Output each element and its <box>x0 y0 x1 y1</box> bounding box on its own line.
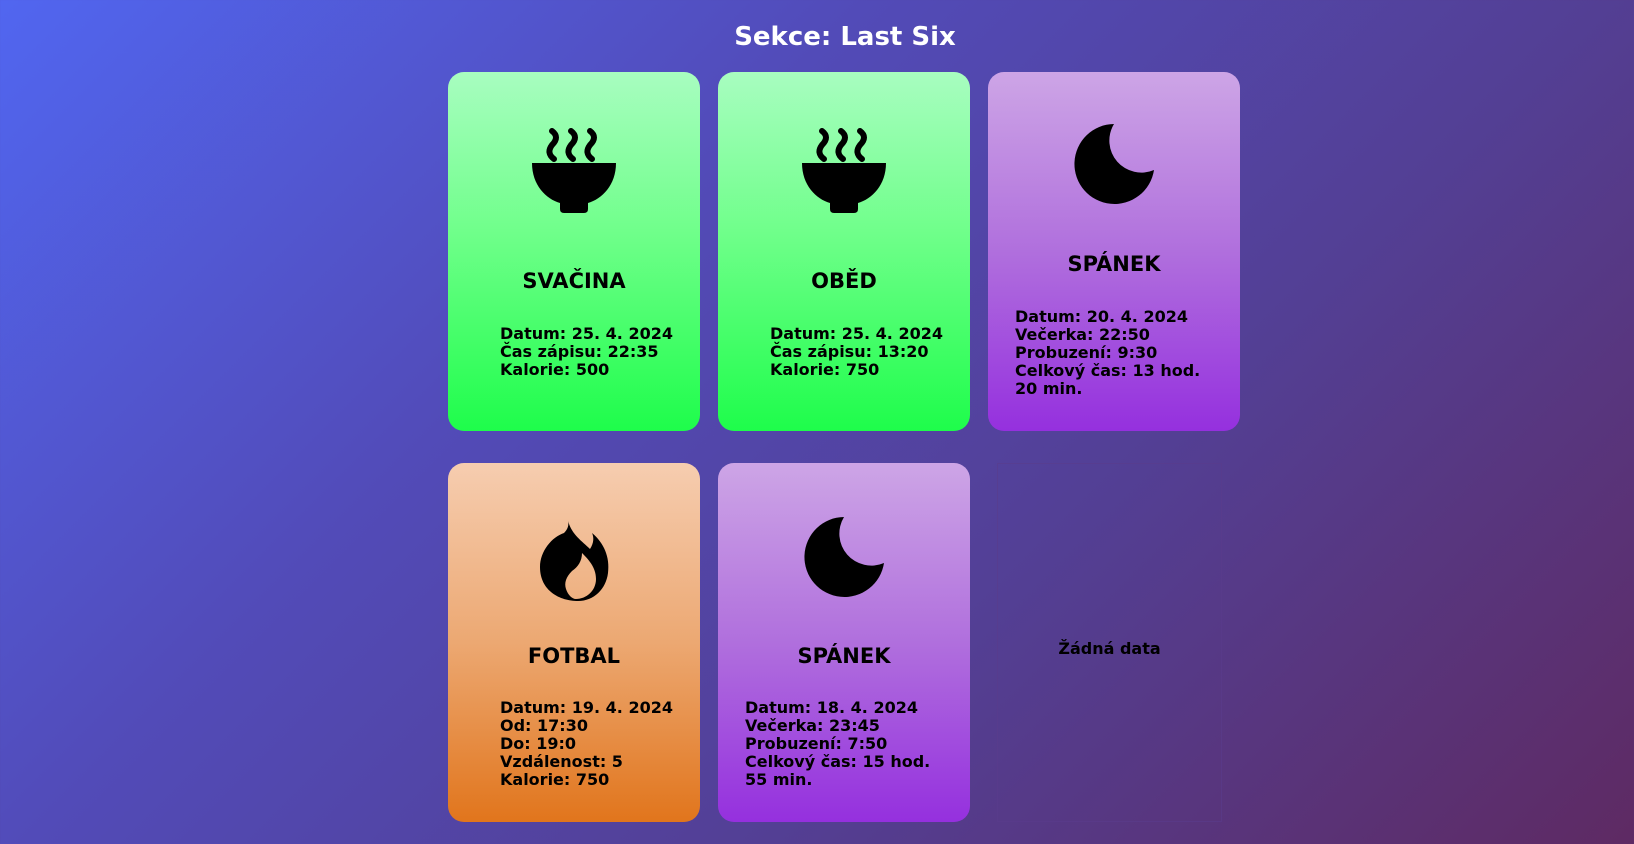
detail-wakeup: Probuzení: 7:50 <box>745 734 888 753</box>
detail-calories: Kalorie: 750 <box>770 360 880 379</box>
detail-from: Od: 17:30 <box>500 716 588 735</box>
flame-icon <box>448 521 700 601</box>
card-details: Datum: 18. 4. 2024 Večerka: 23:45 Probuz… <box>745 699 945 789</box>
detail-total-time: Celkový čas: 13 hod. 20 min. <box>1015 361 1201 398</box>
card-details: Datum: 20. 4. 2024 Večerka: 22:50 Probuz… <box>1015 308 1215 398</box>
card-details: Datum: 25. 4. 2024 Čas zápisu: 22:35 Kal… <box>500 325 673 379</box>
detail-time: Čas zápisu: 22:35 <box>500 342 659 361</box>
soup-bowl-icon <box>448 127 700 213</box>
detail-wakeup: Probuzení: 9:30 <box>1015 343 1158 362</box>
card-details: Datum: 19. 4. 2024 Od: 17:30 Do: 19:0 Vz… <box>500 699 673 789</box>
detail-date: Datum: 18. 4. 2024 <box>745 698 918 717</box>
entry-card-sleep[interactable]: SPÁNEK Datum: 18. 4. 2024 Večerka: 23:45… <box>718 463 970 822</box>
section-title: Sekce: Last Six <box>734 22 956 52</box>
entry-card-football[interactable]: FOTBAL Datum: 19. 4. 2024 Od: 17:30 Do: … <box>448 463 700 822</box>
card-title: SVAČINA <box>522 269 626 293</box>
detail-to: Do: 19:0 <box>500 734 577 753</box>
detail-bedtime: Večerka: 22:50 <box>1015 325 1150 344</box>
detail-bedtime: Večerka: 23:45 <box>745 716 880 735</box>
detail-time: Čas zápisu: 13:20 <box>770 342 929 361</box>
detail-date: Datum: 25. 4. 2024 <box>500 324 673 343</box>
detail-calories: Kalorie: 750 <box>500 770 610 789</box>
detail-calories: Kalorie: 500 <box>500 360 610 379</box>
entry-card-lunch[interactable]: OBĚD Datum: 25. 4. 2024 Čas zápisu: 13:2… <box>718 72 970 431</box>
card-title: SPÁNEK <box>797 644 891 668</box>
moon-icon <box>718 515 970 599</box>
card-details: Datum: 25. 4. 2024 Čas zápisu: 13:20 Kal… <box>770 325 943 379</box>
entry-card-snack[interactable]: SVAČINA Datum: 25. 4. 2024 Čas zápisu: 2… <box>448 72 700 431</box>
card-title: SPÁNEK <box>1067 252 1161 276</box>
entry-card-sleep[interactable]: SPÁNEK Datum: 20. 4. 2024 Večerka: 22:50… <box>988 72 1240 431</box>
soup-bowl-icon <box>718 127 970 213</box>
detail-date: Datum: 25. 4. 2024 <box>770 324 943 343</box>
card-title: FOTBAL <box>527 644 621 668</box>
card-title: OBĚD <box>811 269 877 293</box>
moon-icon <box>988 122 1240 206</box>
empty-data-message: Žádná data <box>1058 639 1161 658</box>
detail-date: Datum: 20. 4. 2024 <box>1015 307 1188 326</box>
detail-date: Datum: 19. 4. 2024 <box>500 698 673 717</box>
detail-total-time: Celkový čas: 15 hod. 55 min. <box>745 752 931 789</box>
detail-distance: Vzdálenost: 5 <box>500 752 623 771</box>
empty-card: Žádná data <box>997 463 1222 822</box>
